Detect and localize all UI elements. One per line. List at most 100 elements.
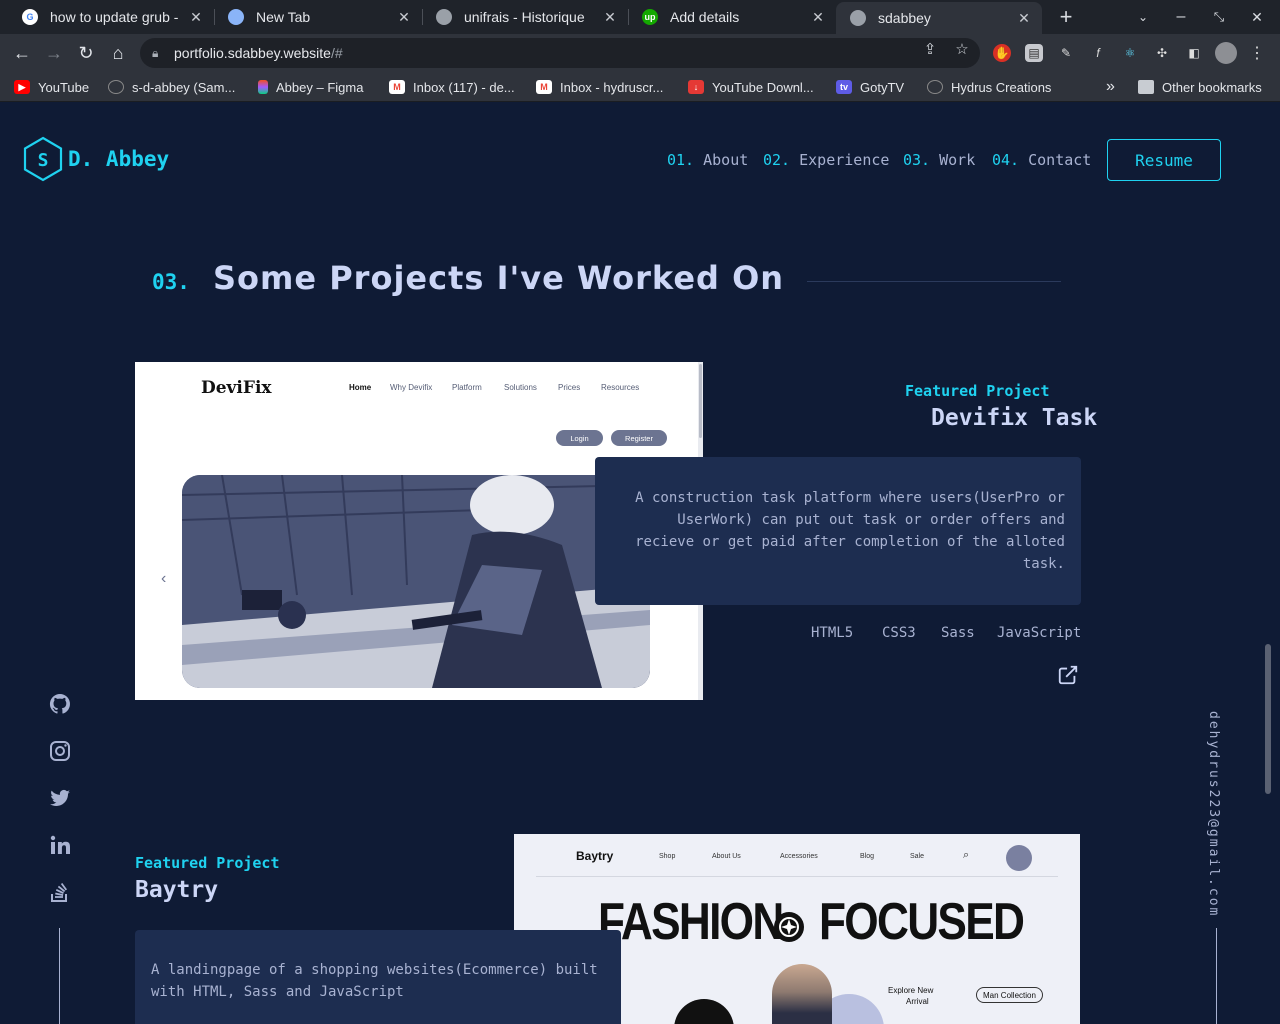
preview-nav-item: About Us	[712, 853, 741, 860]
nav-about[interactable]: 01. About	[667, 151, 748, 169]
close-window-icon[interactable]: ✕	[1238, 0, 1276, 34]
instagram-icon[interactable]	[48, 739, 72, 763]
new-tab-button[interactable]: +	[1047, 0, 1085, 34]
close-tab-icon[interactable]: ✕	[602, 9, 618, 26]
restore-icon[interactable]: ⤡	[1200, 0, 1238, 34]
forward-icon[interactable]: →	[39, 38, 69, 68]
bookmark-figma[interactable]: Abbey – Figma	[258, 78, 363, 96]
pen-icon[interactable]: ✎	[1057, 44, 1075, 62]
preview-nav-item: Prices	[558, 383, 581, 392]
tech-tag: CSS3	[882, 625, 916, 641]
close-tab-icon[interactable]: ✕	[810, 9, 826, 26]
bookmark-youtube[interactable]: ▶ YouTube	[14, 78, 89, 96]
tab-add-details[interactable]: up Add details ✕	[628, 0, 836, 34]
bookmarks-bar: ▶ YouTube s-d-abbey (Sam... Abbey – Figma…	[0, 72, 1280, 102]
tech-tag: JavaScript	[997, 625, 1082, 641]
preview-register-pill: Register	[611, 430, 667, 446]
address-bar[interactable]: 🔒︎ portfolio.sdabbey.website/#	[140, 38, 980, 68]
bookmark-hydrus-creations[interactable]: Hydrus Creations	[927, 78, 1051, 96]
other-bookmarks-folder[interactable]: Other bookmarks	[1138, 78, 1262, 96]
gmail-icon: M	[389, 80, 405, 94]
construction-worker-photo	[182, 475, 650, 688]
folder-icon	[1138, 80, 1154, 94]
project-description-devifix: A construction task platform where users…	[595, 457, 1081, 605]
preview-nav-item: Shop	[659, 853, 676, 860]
bookmarks-overflow-button[interactable]: »	[1106, 78, 1115, 96]
bookmark-gmail-1[interactable]: M Inbox (117) - de...	[389, 78, 515, 96]
project-title-devifix[interactable]: Devifix Task	[931, 405, 1097, 431]
profile-avatar[interactable]	[1215, 42, 1237, 64]
model-photo	[772, 964, 832, 1024]
chrome-icon	[228, 9, 244, 25]
svg-text:S: S	[38, 150, 49, 171]
adblock-icon[interactable]: ✋	[993, 44, 1011, 62]
nav-contact[interactable]: 04. Contact	[992, 151, 1091, 169]
twitter-icon[interactable]	[48, 786, 72, 810]
browser-toolbar: ← → ↻ ⌂ 🔒︎ portfolio.sdabbey.website/# ⇪…	[0, 34, 1280, 72]
star-badge-icon	[774, 912, 804, 942]
preview-nav-item: Platform	[452, 383, 482, 392]
figma-icon	[258, 80, 268, 94]
share-icon[interactable]: ⇪	[921, 41, 939, 59]
section-divider	[807, 281, 1061, 282]
preview-brand: DeviFix	[201, 378, 272, 398]
preview-divider	[536, 876, 1058, 877]
tab-strip: G how to update grub - ✕ New Tab ✕ unifr…	[0, 0, 1280, 34]
back-icon[interactable]: ←	[7, 38, 37, 68]
extension-icon[interactable]: ▤	[1025, 44, 1043, 62]
menu-kebab-icon[interactable]: ⋮	[1248, 44, 1266, 62]
preview-arrival-text: Arrival	[906, 997, 929, 1006]
logo-name: D. Abbey	[68, 147, 170, 171]
nav-work[interactable]: 03. Work	[903, 151, 975, 169]
side-panel-icon[interactable]: ◧	[1185, 44, 1203, 62]
hexagon-logo-icon: S	[23, 136, 63, 182]
search-icon: ⌕	[963, 849, 970, 861]
bookmark-youtube-downloader[interactable]: ↓ YouTube Downl...	[688, 78, 814, 96]
extensions-puzzle-icon[interactable]: ✣	[1153, 44, 1171, 62]
project-description-baytry: A landingpage of a shopping websites(Eco…	[135, 930, 621, 1024]
page-scrollbar-thumb[interactable]	[1265, 644, 1271, 794]
tab-search-chevron-icon[interactable]: ⌄	[1124, 0, 1162, 34]
resume-button[interactable]: Resume	[1107, 139, 1221, 181]
tab-google-search[interactable]: G how to update grub - ✕	[8, 0, 214, 34]
preview-nav-item: Why Devifix	[390, 383, 433, 392]
featured-project-label: Featured Project	[135, 854, 280, 872]
close-tab-icon[interactable]: ✕	[1016, 10, 1032, 27]
tab-unifrais[interactable]: unifrais - Historique ✕	[422, 0, 628, 34]
gmail-icon: M	[536, 80, 552, 94]
close-tab-icon[interactable]: ✕	[396, 9, 412, 26]
featured-project-label: Featured Project	[905, 382, 1050, 400]
github-icon[interactable]	[48, 692, 72, 716]
bookmark-gmail-2[interactable]: M Inbox - hydruscr...	[536, 78, 663, 96]
tab-new-tab[interactable]: New Tab ✕	[214, 0, 422, 34]
font-icon[interactable]: f	[1089, 44, 1107, 62]
react-devtools-icon[interactable]: ⚛	[1121, 44, 1139, 62]
chevron-left-icon: ‹	[161, 570, 167, 587]
home-icon[interactable]: ⌂	[103, 38, 133, 68]
lock-icon: 🔒︎	[152, 45, 159, 60]
section-number: 03.	[152, 270, 190, 294]
minimize-icon[interactable]: –	[1162, 0, 1200, 34]
preview-nav-item: Resources	[601, 383, 640, 392]
bookmark-star-icon[interactable]: ☆	[953, 41, 971, 59]
close-tab-icon[interactable]: ✕	[188, 9, 204, 26]
linkedin-icon[interactable]	[48, 833, 72, 857]
preview-nav-item: Solutions	[504, 383, 537, 392]
preview-nav-item: Blog	[860, 853, 875, 860]
reload-icon[interactable]: ↻	[71, 38, 101, 68]
email-link[interactable]: dehydrus223@gmail.com	[1206, 711, 1221, 917]
globe-icon	[850, 10, 866, 26]
preview-nav-item: Sale	[910, 853, 925, 860]
bookmark-github-sdabbey[interactable]: s-d-abbey (Sam...	[108, 78, 235, 96]
project-title-baytry[interactable]: Baytry	[135, 877, 218, 903]
stackoverflow-icon[interactable]	[48, 880, 72, 904]
bookmark-gotytv[interactable]: tv GotyTV	[836, 78, 904, 96]
site-logo[interactable]: S D. Abbey	[22, 136, 169, 182]
preview-nav-item: Home	[349, 383, 372, 392]
tab-sdabbey[interactable]: sdabbey ✕	[836, 2, 1042, 34]
preview-headline-right: FOCUSED	[819, 893, 1025, 951]
nav-experience[interactable]: 02. Experience	[763, 151, 889, 169]
preview-login-pill: Login	[556, 430, 603, 446]
external-link-icon[interactable]	[1057, 664, 1079, 686]
github-icon	[108, 80, 124, 94]
